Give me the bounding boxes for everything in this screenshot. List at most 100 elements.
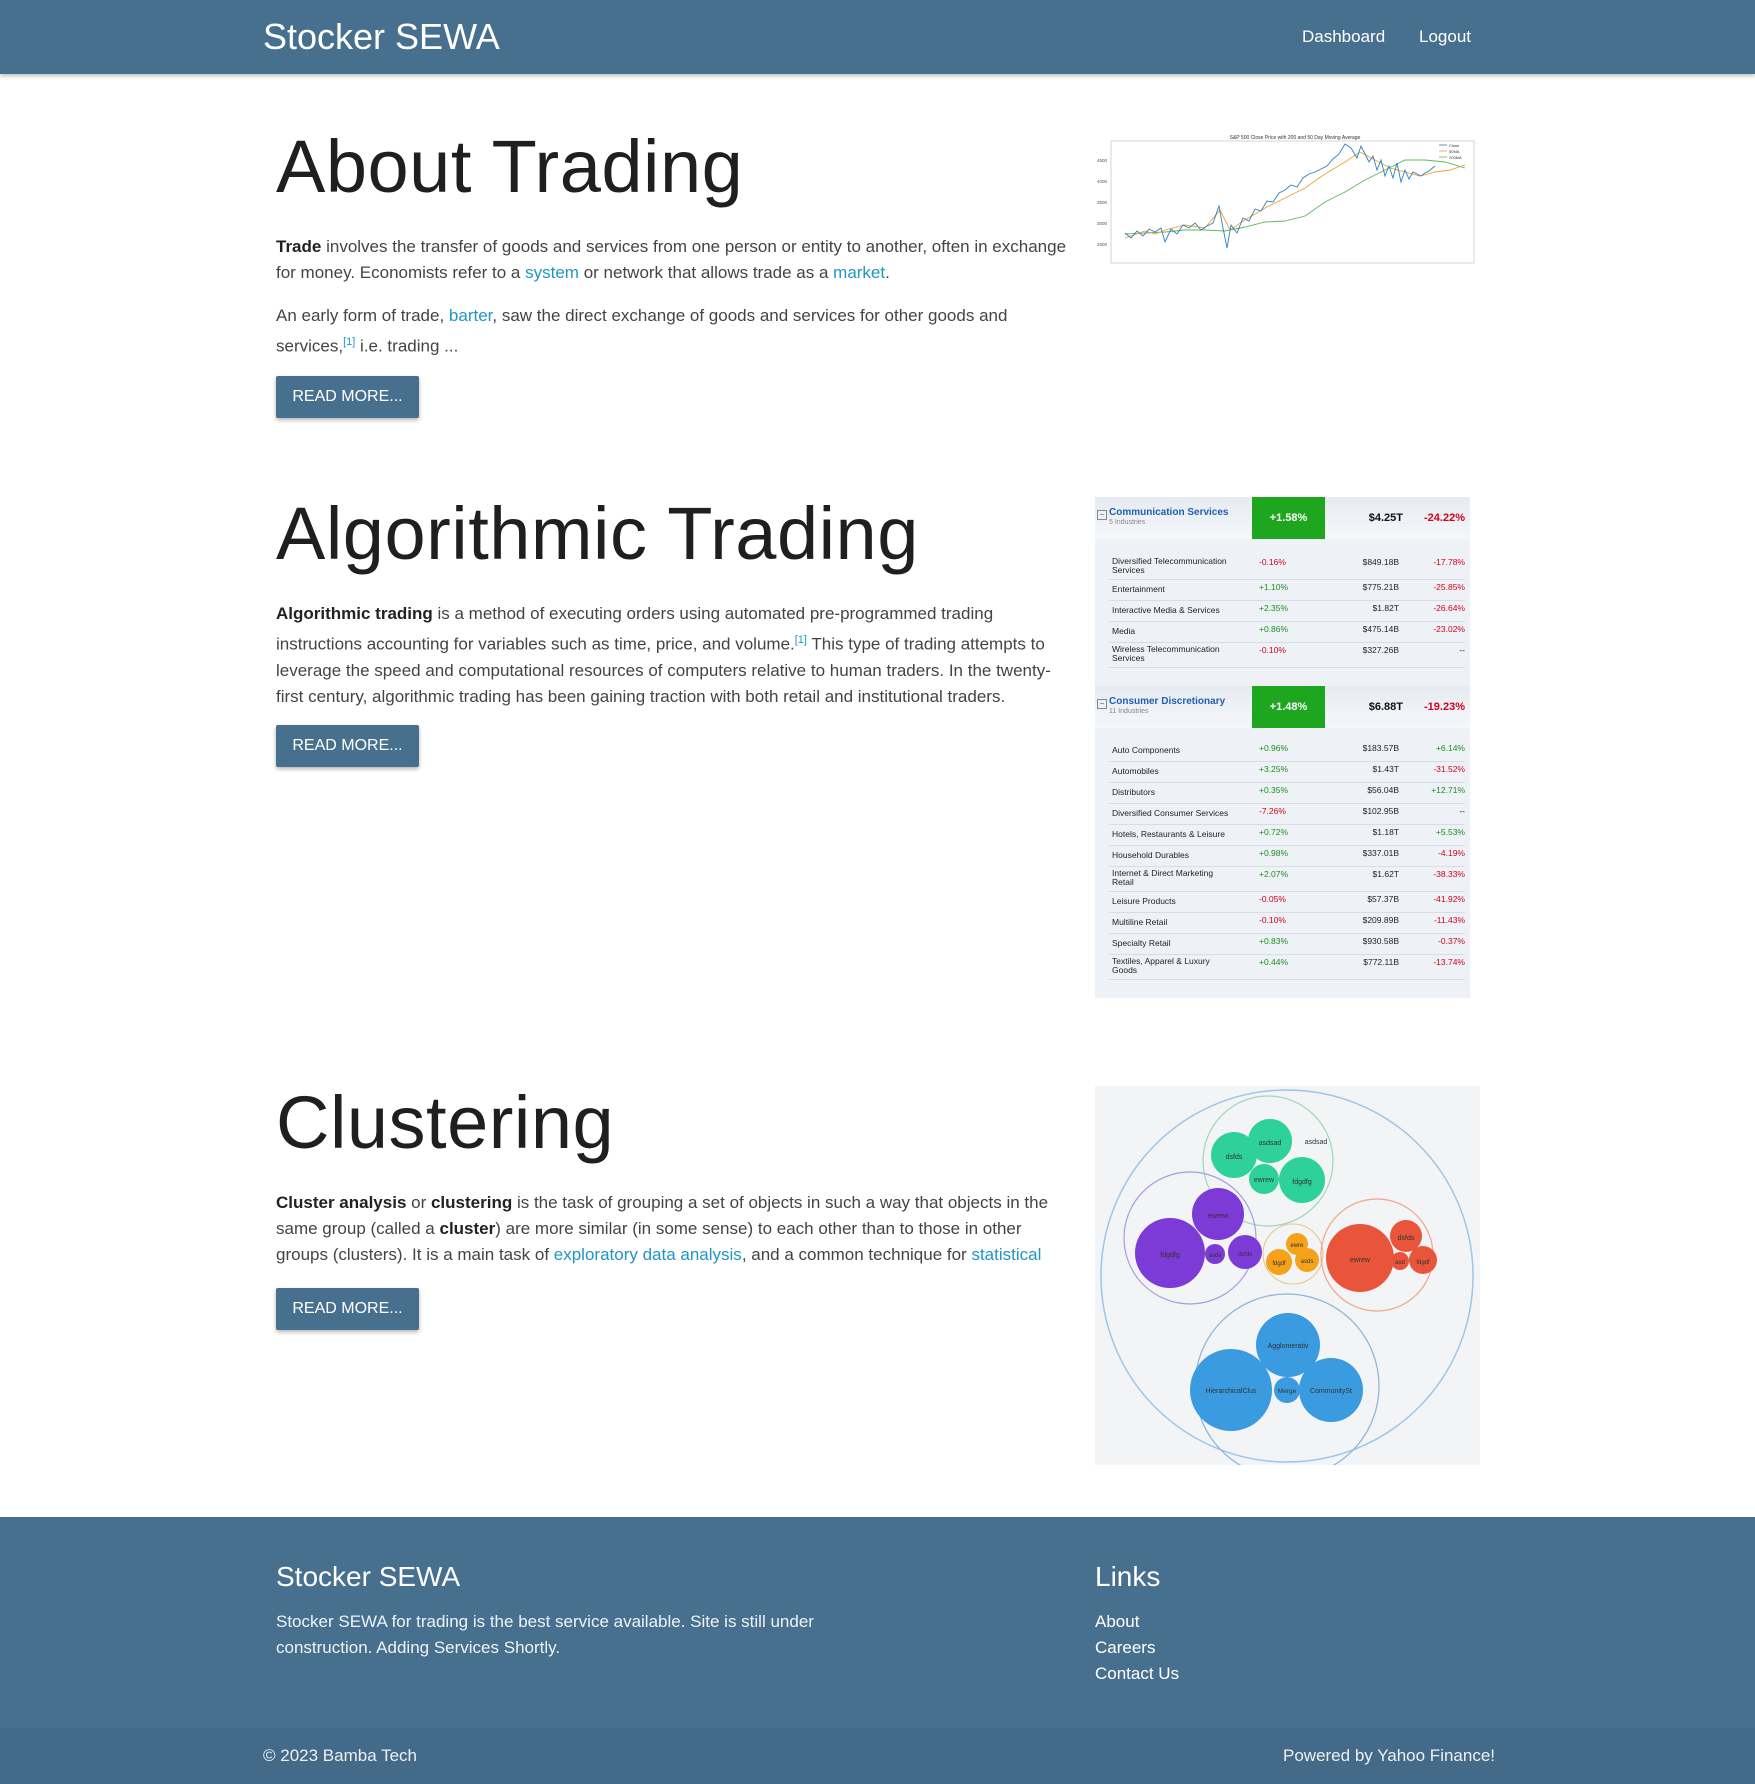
industry-row: Diversified Consumer Services -7.26% $102.… [1109, 803, 1465, 825]
svg-text:fdgdf: fdgdf [1272, 1261, 1286, 1267]
industry-market-cap: $56.04B [1367, 785, 1399, 795]
collapse-icon: − [1097, 510, 1107, 520]
industry-row: Entertainment +1.10% $775.21B -25.85% [1109, 579, 1465, 601]
industry-change: -0.16% [1259, 557, 1286, 567]
industry-name: Hotels, Restaurants & Leisure [1112, 829, 1225, 839]
industry-row: Household Durables +0.98% $337.01B -4.19% [1109, 845, 1465, 867]
algo-paragraph: Algorithmic trading is a method of execu… [276, 604, 1051, 706]
industry-name: Auto Components [1112, 745, 1181, 755]
svg-text:asds: asds [1301, 1259, 1314, 1265]
industry-row: Multiline Retail -0.10% $209.89B -11.43% [1109, 912, 1465, 934]
industry-change: -0.10% [1259, 645, 1286, 655]
link-market[interactable]: market [833, 263, 885, 282]
industry-change: -7.26% [1259, 806, 1286, 816]
industry-change: +1.10% [1259, 582, 1289, 592]
industry-row: Distributors +0.35% $56.04B +12.71% [1109, 782, 1465, 804]
svg-text:asdsad: asdsad [1259, 1140, 1282, 1147]
link-statistical[interactable]: statistical [971, 1245, 1041, 1264]
industry-ytd: -- [1459, 645, 1465, 655]
industry-change: +2.07% [1259, 869, 1289, 879]
industry-name: Automobiles [1112, 766, 1159, 776]
industry-ytd: -13.74% [1433, 957, 1465, 967]
industry-ytd: -25.85% [1433, 582, 1465, 592]
sp500-chart-image: S&P 500 Close Price with 200 and 50 Day … [1095, 130, 1480, 270]
nav-link-logout[interactable]: Logout [1419, 26, 1471, 48]
industry-name: Household Durables [1112, 850, 1190, 860]
footer-link-careers[interactable]: Careers [1095, 1635, 1155, 1661]
svg-text:asdsad: asdsad [1305, 1139, 1328, 1146]
industry-name: Media [1112, 626, 1136, 636]
algo-read-more-button[interactable]: READ MORE... [276, 725, 419, 767]
copyright-text: © 2023 Bamba Tech [263, 1746, 417, 1765]
industry-name: Diversified Telecommunication Services [1112, 556, 1227, 575]
svg-text:50MA: 50MA [1449, 149, 1460, 154]
industry-market-cap: $337.01B [1362, 848, 1399, 858]
svg-text:ewrew: ewrew [1208, 1213, 1229, 1220]
footer-link-about[interactable]: About [1095, 1609, 1139, 1635]
cluster-bubble-image: asdsad asdsad dsfds ewrew fdgdfg ewrew f… [1095, 1086, 1480, 1465]
industry-change: +3.25% [1259, 764, 1289, 774]
industry-row: Hotels, Restaurants & Leisure +0.72% $1.18… [1109, 824, 1465, 846]
industry-ytd: -26.64% [1433, 603, 1465, 613]
sector-performance-image: − Communication Services 5 Industries +1… [1095, 497, 1470, 998]
industry-market-cap: $209.89B [1362, 915, 1399, 925]
industry-market-cap: $1.82T [1372, 603, 1399, 613]
industry-name: Textiles, Apparel & Luxury Goods [1112, 956, 1210, 975]
nav-link-dashboard[interactable]: Dashboard [1302, 26, 1385, 48]
industry-name: Diversified Consumer Services [1112, 808, 1229, 818]
industry-row: Textiles, Apparel & Luxury Goods +0.44% $7… [1109, 954, 1465, 980]
industry-name: Internet & Direct Marketing Retail [1112, 868, 1214, 887]
industry-ytd: -23.02% [1433, 624, 1465, 634]
industry-row: Leisure Products -0.05% $57.37B -41.92% [1109, 891, 1465, 913]
svg-text:asds: asds [1209, 1253, 1222, 1259]
sp500-title: S&P 500 Close Price with 200 and 50 Day … [1230, 135, 1361, 141]
industry-change: +0.72% [1259, 827, 1289, 837]
industry-market-cap: $775.21B [1362, 582, 1399, 592]
citation-1[interactable]: [1] [795, 634, 807, 646]
about-read-more-button[interactable]: READ MORE... [276, 376, 419, 418]
svg-text:200MA: 200MA [1449, 155, 1462, 160]
link-exploratory-data-analysis[interactable]: exploratory data analysis [554, 1245, 742, 1264]
footer-brand: Stocker SEWA [276, 1561, 461, 1592]
svg-text:Merge: Merge [1278, 1388, 1297, 1395]
industry-row: Media +0.86% $475.14B -23.02% [1109, 621, 1465, 643]
svg-text:Close: Close [1449, 143, 1460, 148]
svg-text:ewrew: ewrew [1350, 1257, 1371, 1264]
footer-link-contact-us[interactable]: Contact Us [1095, 1661, 1179, 1687]
svg-text:ewrew: ewrew [1254, 1177, 1275, 1184]
industry-ytd: -31.52% [1433, 764, 1465, 774]
industry-ytd: -0.37% [1438, 936, 1465, 946]
industry-name: Multiline Retail [1112, 917, 1168, 927]
collapse-icon: − [1097, 699, 1107, 709]
citation-1[interactable]: [1] [343, 336, 355, 348]
industry-change: -0.10% [1259, 915, 1286, 925]
industry-name: Specialty Retail [1112, 938, 1171, 948]
industry-row: Internet & Direct Marketing Retail +2.07%… [1109, 866, 1465, 892]
industry-market-cap: $1.62T [1372, 869, 1399, 879]
industry-change: +0.35% [1259, 785, 1289, 795]
industry-change: +0.44% [1259, 957, 1289, 967]
algo-section: Algorithmic Trading Algorithmic trading … [276, 491, 1071, 767]
industry-market-cap: $1.18T [1372, 827, 1399, 837]
svg-text:fdgdfg: fdgdfg [1160, 1252, 1180, 1259]
svg-text:4000: 4000 [1097, 179, 1108, 184]
industry-row: Automobiles +3.25% $1.43T -31.52% [1109, 761, 1465, 783]
industry-ytd: -17.78% [1433, 557, 1465, 567]
industry-name: Interactive Media & Services [1112, 605, 1220, 615]
industry-change: -0.05% [1259, 894, 1286, 904]
svg-text:HierarchicalClus: HierarchicalClus [1206, 1388, 1257, 1395]
industry-ytd: -41.92% [1433, 894, 1465, 904]
footer-description: Stocker SEWA for trading is the best ser… [276, 1612, 814, 1657]
industry-change: +0.96% [1259, 743, 1289, 753]
industry-ytd: +12.71% [1431, 785, 1465, 795]
link-system[interactable]: system [525, 263, 579, 282]
svg-text:Agglomerativ: Agglomerativ [1268, 1343, 1309, 1350]
svg-text:dsfds: dsfds [1398, 1235, 1415, 1242]
about-section: About Trading Trade involves the transfe… [276, 124, 1076, 418]
svg-text:dsfds: dsfds [1238, 1252, 1252, 1258]
industry-row: Interactive Media & Services +2.35% $1.82T… [1109, 600, 1465, 622]
svg-text:4500: 4500 [1097, 158, 1108, 163]
brand-logo[interactable]: Stocker SEWA [263, 15, 500, 59]
cluster-read-more-button[interactable]: READ MORE... [276, 1288, 419, 1330]
link-barter[interactable]: barter [449, 306, 492, 325]
